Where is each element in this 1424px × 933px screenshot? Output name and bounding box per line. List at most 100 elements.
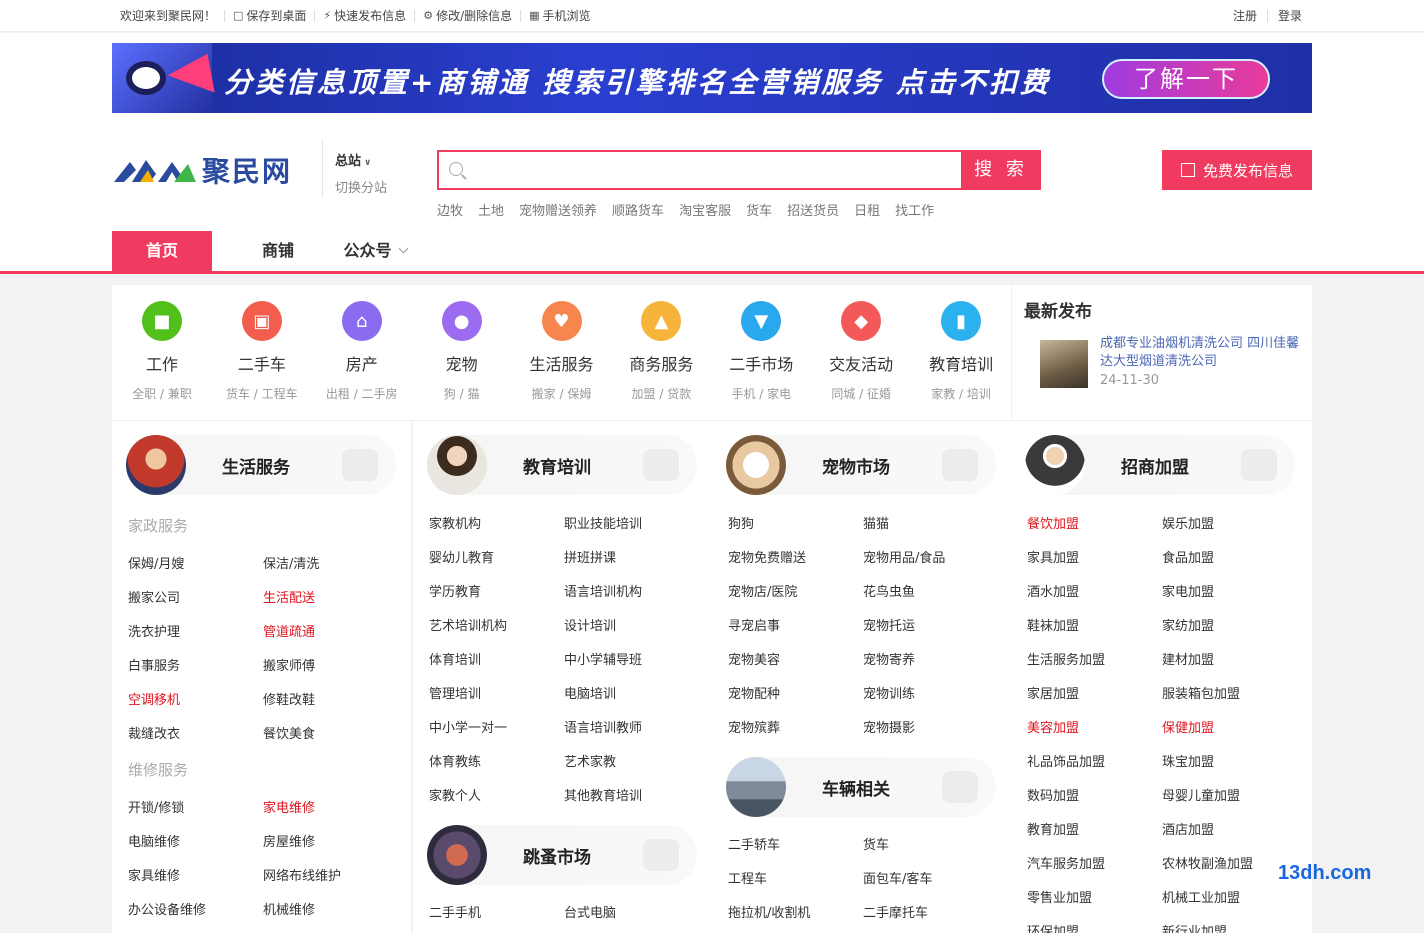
list-item[interactable]: 电脑培训 <box>564 683 616 702</box>
list-item[interactable]: 生活服务加盟 <box>1027 649 1105 668</box>
search-input[interactable] <box>473 152 953 188</box>
list-item[interactable]: 拼班拼课 <box>564 547 616 566</box>
site-logo[interactable]: 聚民网 <box>112 150 292 190</box>
list-item[interactable]: 娱乐加盟 <box>1162 513 1214 532</box>
list-item[interactable]: 鞋袜加盟 <box>1027 615 1079 634</box>
list-item[interactable]: 服装箱包加盟 <box>1162 683 1240 702</box>
list-item[interactable]: 花鸟虫鱼 <box>863 581 915 600</box>
edit-delete-link[interactable]: ⚙ 修改/删除信息 <box>414 10 520 22</box>
hotword-link[interactable]: 淘宝客服 <box>679 200 731 219</box>
banner-learn-more-button[interactable]: 了解一下 <box>1102 59 1270 99</box>
list-item[interactable]: 婴幼儿教育 <box>429 547 494 566</box>
list-item[interactable]: 宠物免费赠送 <box>728 547 806 566</box>
list-item[interactable]: 空调移机 <box>128 689 180 708</box>
list-item[interactable]: 机械工业加盟 <box>1162 887 1240 906</box>
panel-header[interactable]: 宠物市场 <box>726 435 996 495</box>
list-item[interactable]: 学历教育 <box>429 581 481 600</box>
category-pets[interactable]: ● 宠物狗 / 猫 <box>412 285 512 420</box>
list-item[interactable]: 环保加盟 <box>1027 921 1079 933</box>
category-real-estate[interactable]: ⌂ 房产 出租 / 二手房 <box>312 285 412 420</box>
panel-header[interactable]: 跳蚤市场 <box>427 825 697 885</box>
current-station[interactable]: 总站 <box>335 154 361 169</box>
category-used-cars[interactable]: ▣ 二手车 货车 / 工程车 <box>212 285 312 420</box>
list-item[interactable]: 二手手机 <box>429 902 481 921</box>
list-item[interactable]: 艺术家教 <box>564 751 616 770</box>
free-post-button[interactable]: 免费发布信息 <box>1162 150 1312 190</box>
list-item[interactable]: 中小学辅导班 <box>564 649 642 668</box>
list-item[interactable]: 酒店加盟 <box>1162 819 1214 838</box>
list-item[interactable]: 家教机构 <box>429 513 481 532</box>
list-item[interactable]: 家具加盟 <box>1027 547 1079 566</box>
list-item[interactable]: 美容加盟 <box>1027 717 1079 736</box>
list-item[interactable]: 建材加盟 <box>1162 649 1214 668</box>
list-item[interactable]: 机械维修 <box>263 899 315 918</box>
list-item[interactable]: 礼品饰品加盟 <box>1027 751 1105 770</box>
mobile-browse-link[interactable]: ▦ 手机浏览 <box>520 10 598 22</box>
list-item[interactable]: 房屋维修 <box>263 831 315 850</box>
list-item[interactable]: 汽车服务加盟 <box>1027 853 1105 872</box>
list-item[interactable]: 保姆/月嫂 <box>128 553 184 572</box>
list-item[interactable]: 食品加盟 <box>1162 547 1214 566</box>
list-item[interactable]: 猫猫 <box>863 513 889 532</box>
list-item[interactable]: 管理培训 <box>429 683 481 702</box>
list-item[interactable]: 体育培训 <box>429 649 481 668</box>
panel-header[interactable]: 招商加盟 <box>1025 435 1295 495</box>
hotword-link[interactable]: 日租 <box>854 200 880 219</box>
save-desktop-link[interactable]: □ 保存到桌面 <box>224 10 314 22</box>
search-button[interactable]: 搜 索 <box>961 150 1041 190</box>
list-item[interactable]: 二手轿车 <box>728 834 780 853</box>
nav-shops[interactable]: 商铺 <box>228 231 328 271</box>
list-item[interactable]: 工程车 <box>728 868 767 887</box>
list-item[interactable]: 白事服务 <box>128 655 180 674</box>
list-item[interactable]: 家居加盟 <box>1027 683 1079 702</box>
list-item[interactable]: 教育加盟 <box>1027 819 1079 838</box>
list-item[interactable]: 开锁/修锁 <box>128 797 184 816</box>
category-jobs[interactable]: ■ 工作 全职 / 兼职 <box>112 285 212 420</box>
list-item[interactable]: 家教个人 <box>429 785 481 804</box>
list-item[interactable]: 裁缝改衣 <box>128 723 180 742</box>
list-item[interactable]: 零售业加盟 <box>1027 887 1092 906</box>
hotword-link[interactable]: 货车 <box>746 200 772 219</box>
list-item[interactable]: 中小学一对一 <box>429 717 507 736</box>
hotword-link[interactable]: 土地 <box>478 200 504 219</box>
hotword-link[interactable]: 边牧 <box>437 200 463 219</box>
list-item[interactable]: 新行业加盟 <box>1162 921 1227 933</box>
list-item[interactable]: 语言培训机构 <box>564 581 642 600</box>
latest-thumbnail[interactable] <box>1040 340 1088 388</box>
list-item[interactable]: 台式电脑 <box>564 902 616 921</box>
list-item[interactable]: 狗狗 <box>728 513 754 532</box>
list-item[interactable]: 寻宠启事 <box>728 615 780 634</box>
list-item[interactable]: 家具维修 <box>128 865 180 884</box>
list-item[interactable]: 拖拉机/收割机 <box>728 902 810 921</box>
panel-header[interactable]: 生活服务 <box>126 435 396 495</box>
list-item[interactable]: 宠物摄影 <box>863 717 915 736</box>
nav-wechat[interactable]: 公众号 <box>330 231 420 271</box>
category-education[interactable]: ▮ 教育培训 家教 / 培训 <box>911 285 1011 420</box>
list-item[interactable]: 家电维修 <box>263 797 315 816</box>
list-item[interactable]: 母婴儿童加盟 <box>1162 785 1240 804</box>
list-item[interactable]: 数码加盟 <box>1027 785 1079 804</box>
list-item[interactable]: 网络布线维护 <box>263 865 341 884</box>
quick-post-link[interactable]: ⚡ 快速发布信息 <box>314 10 414 22</box>
nav-home[interactable]: 首页 <box>112 231 212 271</box>
list-item[interactable]: 二手摩托车 <box>863 902 928 921</box>
list-item[interactable]: 餐饮美食 <box>263 723 315 742</box>
list-item[interactable]: 艺术培训机构 <box>429 615 507 634</box>
list-item[interactable]: 搬家师傅 <box>263 655 315 674</box>
list-item[interactable]: 面包车/客车 <box>863 868 932 887</box>
list-item[interactable]: 管道疏通 <box>263 621 315 640</box>
list-item[interactable]: 修鞋改鞋 <box>263 689 315 708</box>
list-item[interactable]: 办公设备维修 <box>128 899 206 918</box>
list-item[interactable]: 体育教练 <box>429 751 481 770</box>
register-link[interactable]: 注册 <box>1223 10 1267 22</box>
list-item[interactable]: 酒水加盟 <box>1027 581 1079 600</box>
list-item[interactable]: 保健加盟 <box>1162 717 1214 736</box>
list-item[interactable]: 珠宝加盟 <box>1162 751 1214 770</box>
list-item[interactable]: 设计培训 <box>564 615 616 634</box>
list-item[interactable]: 宠物店/医院 <box>728 581 797 600</box>
login-link[interactable]: 登录 <box>1266 10 1312 22</box>
list-item[interactable]: 宠物殡葬 <box>728 717 780 736</box>
list-item[interactable]: 宠物美容 <box>728 649 780 668</box>
list-item[interactable]: 家纺加盟 <box>1162 615 1214 634</box>
hotword-link[interactable]: 宠物赠送领养 <box>519 200 597 219</box>
